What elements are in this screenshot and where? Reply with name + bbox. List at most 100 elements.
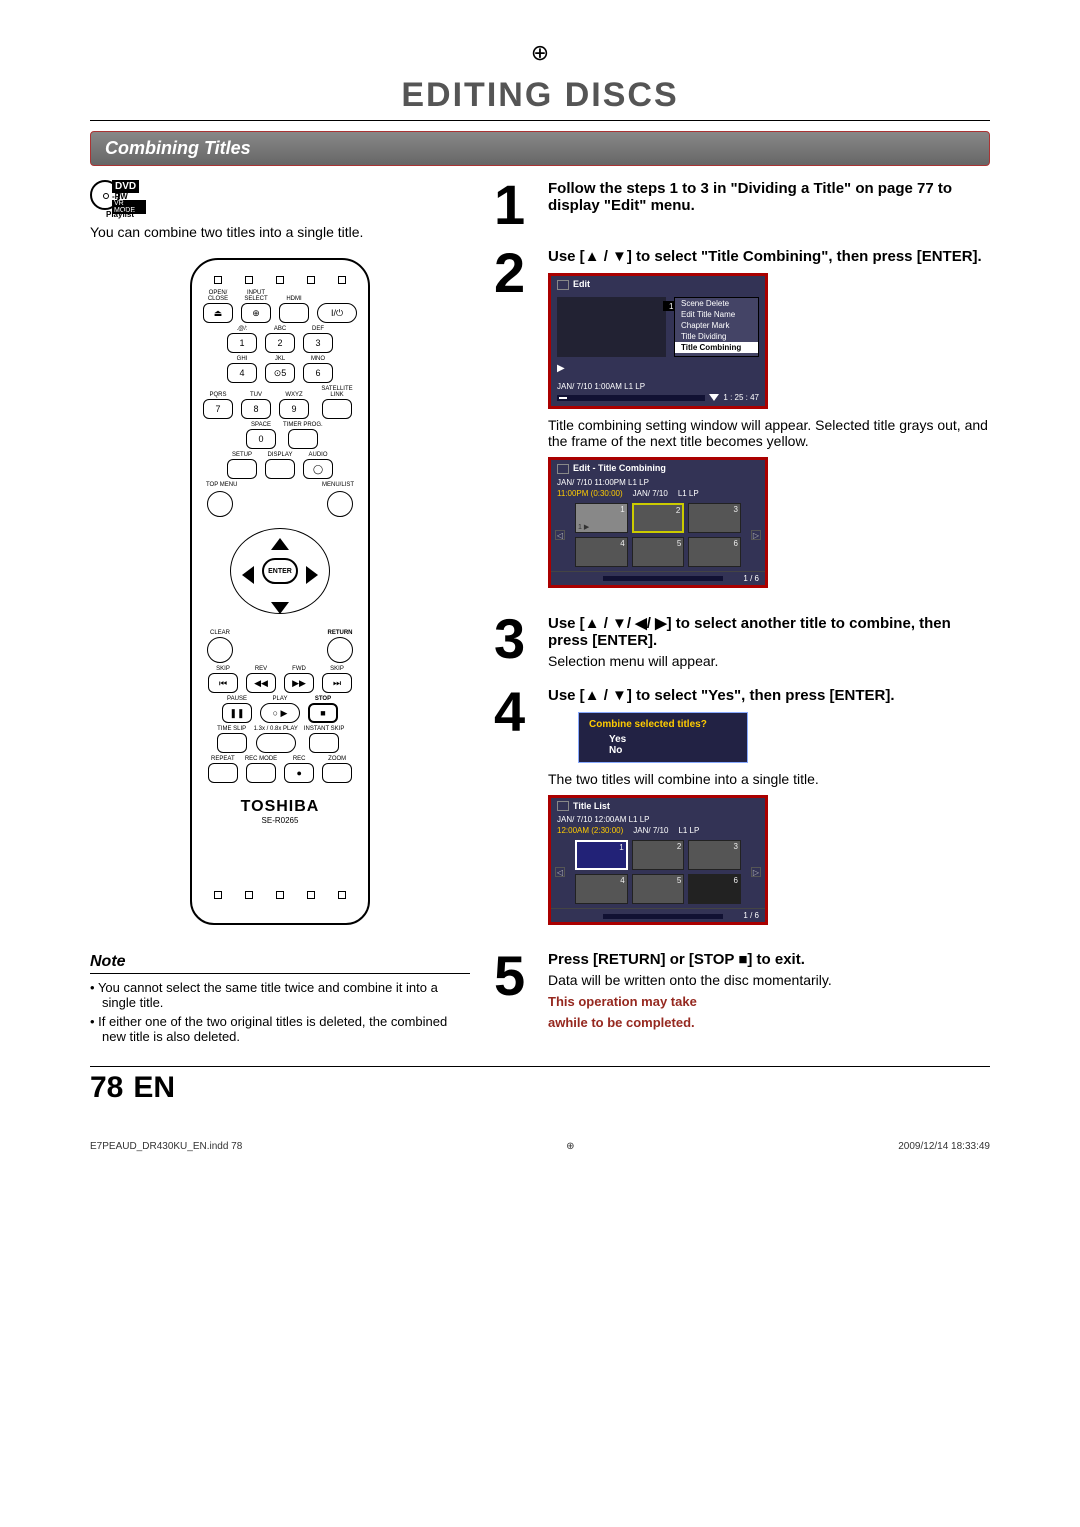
step-number: 2 bbox=[494, 248, 532, 595]
time-slip-button bbox=[217, 733, 247, 753]
step-number: 3 bbox=[494, 614, 532, 669]
note-item: If either one of the two original titles… bbox=[102, 1014, 470, 1044]
zoom-button bbox=[322, 763, 352, 783]
thumbnail: 5 bbox=[632, 537, 685, 567]
key-4: 4 bbox=[227, 363, 257, 383]
step-number: 1 bbox=[494, 180, 532, 230]
menu-list-button bbox=[327, 491, 353, 517]
skip-next-button: ⏭ bbox=[322, 673, 352, 693]
thumbnail: 4 bbox=[575, 874, 628, 904]
thumbnail: 3 bbox=[688, 840, 741, 870]
play-indicator-icon: ▶ bbox=[551, 361, 765, 380]
thumbnail: 11 ▶ bbox=[575, 503, 628, 533]
osd-progress: 1 : 25 : 47 bbox=[551, 393, 765, 406]
section-heading: Combining Titles bbox=[90, 131, 990, 166]
title-combining-osd: Edit - Title Combining JAN/ 7/10 11:00PM… bbox=[548, 457, 768, 588]
open-close-label: OPEN/ CLOSE bbox=[202, 290, 234, 302]
edit-menu-osd: Edit 1 Scene Delete Edit Title Name Chap… bbox=[548, 273, 768, 409]
footer-file-info: E7PEAUD_DR430KU_EN.indd 78 bbox=[90, 1141, 242, 1152]
step-5-description: Data will be written onto the disc momen… bbox=[548, 972, 990, 988]
registration-mark-icon: ⊕ bbox=[90, 40, 990, 66]
speed-play-button bbox=[256, 733, 296, 753]
play-button: ○ ▶ bbox=[260, 703, 300, 723]
direction-pad: ENTER bbox=[220, 524, 340, 624]
dvd-rw-badge: DVD -RW VR MODE Playlist bbox=[90, 180, 146, 216]
remote-bottom-dots bbox=[202, 891, 358, 899]
step-3-text: Use [▲ / ▼/ ◀/ ▶] to select another titl… bbox=[548, 614, 990, 649]
key-7: 7 bbox=[203, 399, 233, 419]
rec-mode-button bbox=[246, 763, 276, 783]
clear-button bbox=[207, 637, 233, 663]
step-2-description: Title combining setting window will appe… bbox=[548, 417, 990, 449]
remote-top-dots bbox=[202, 276, 358, 284]
osd-menu-item: Edit Title Name bbox=[675, 309, 758, 320]
stop-button: ■ bbox=[308, 703, 338, 723]
step-2-text: Use [▲ / ▼] to select "Title Combining",… bbox=[548, 248, 990, 265]
page-title: EDITING DISCS bbox=[90, 76, 990, 121]
input-select-label: INPUT SELECT bbox=[240, 290, 272, 302]
page-language: EN bbox=[133, 1071, 175, 1105]
osd-subtitle: JAN/ 7/10 11:00PM L1 LP bbox=[551, 477, 765, 488]
osd-menu-item-selected: Title Combining bbox=[675, 342, 758, 353]
title-list-osd: Title List JAN/ 7/10 12:00AM L1 LP 12:00… bbox=[548, 795, 768, 926]
timer-prog-label: TIMER PROG. bbox=[283, 422, 323, 428]
key-2: 2 bbox=[265, 333, 295, 353]
satellite-link-button bbox=[322, 399, 352, 419]
eject-button: ⏏ bbox=[203, 303, 233, 323]
osd-preview-area bbox=[557, 297, 666, 357]
osd-title: Edit - Title Combining bbox=[551, 460, 765, 477]
pause-button: ❚❚ bbox=[222, 703, 252, 723]
step-5-text: Press [RETURN] or [STOP ■] to exit. bbox=[548, 951, 990, 968]
thumbnail: 4 bbox=[575, 537, 628, 567]
input-select-button: ⊕ bbox=[241, 303, 271, 323]
page-indicator: 1 / 6 bbox=[743, 911, 759, 920]
osd-info-line: JAN/ 7/10 1:00AM L1 LP bbox=[551, 380, 765, 393]
thumbnail-selected: 1 bbox=[575, 840, 628, 870]
audio-button: ◯ bbox=[303, 459, 333, 479]
dialog-yes: Yes bbox=[589, 734, 737, 745]
step-number: 4 bbox=[494, 687, 532, 934]
setup-button bbox=[227, 459, 257, 479]
top-menu-button bbox=[207, 491, 233, 517]
nav-left-icon: ◁ bbox=[555, 530, 565, 540]
power-button: I/⏻ bbox=[317, 303, 357, 323]
note-heading: Note bbox=[90, 953, 470, 974]
rec-button: ● bbox=[284, 763, 314, 783]
fast-forward-button: ▶▶ bbox=[284, 673, 314, 693]
key-8: 8 bbox=[241, 399, 271, 419]
nav-right-icon: ▷ bbox=[751, 530, 761, 540]
dvd-playlist-label: Playlist bbox=[106, 210, 134, 219]
return-button bbox=[327, 637, 353, 663]
step-4-description: The two titles will combine into a singl… bbox=[548, 771, 990, 787]
nav-left-icon: ◁ bbox=[555, 867, 565, 877]
menu-list-label: MENU/LIST bbox=[322, 482, 354, 488]
remote-control-illustration: OPEN/ CLOSE⏏ INPUT SELECT⊕ HDMI I/⏻ .@/:… bbox=[190, 258, 370, 925]
timer-prog-button bbox=[288, 429, 318, 449]
key-1: 1 bbox=[227, 333, 257, 353]
repeat-button bbox=[208, 763, 238, 783]
intro-text: You can combine two titles into a single… bbox=[90, 224, 470, 240]
confirm-dialog: Combine selected titles? Yes No bbox=[578, 712, 748, 763]
footer-timestamp: 2009/12/14 18:33:49 bbox=[898, 1141, 990, 1152]
hdmi-label: HDMI bbox=[286, 296, 301, 302]
display-button bbox=[265, 459, 295, 479]
key-9: 9 bbox=[279, 399, 309, 419]
skip-prev-button: ⏮ bbox=[208, 673, 238, 693]
osd-menu-list: 1 Scene Delete Edit Title Name Chapter M… bbox=[674, 297, 759, 357]
note-list: You cannot select the same title twice a… bbox=[90, 974, 470, 1044]
step-3-description: Selection menu will appear. bbox=[548, 653, 990, 669]
step-4-text: Use [▲ / ▼] to select "Yes", then press … bbox=[548, 687, 990, 704]
key-5: ⊙5 bbox=[265, 363, 295, 383]
rewind-button: ◀◀ bbox=[246, 673, 276, 693]
enter-button: ENTER bbox=[262, 558, 298, 584]
instant-skip-button bbox=[309, 733, 339, 753]
dialog-question: Combine selected titles? bbox=[589, 719, 737, 730]
thumbnail: 5 bbox=[632, 874, 685, 904]
page-number: 78 bbox=[90, 1071, 123, 1105]
thumbnail: 3 bbox=[688, 503, 741, 533]
thumbnail: 6 bbox=[688, 537, 741, 567]
key-0: 0 bbox=[246, 429, 276, 449]
warning-line-2: awhile to be completed. bbox=[548, 1015, 990, 1030]
warning-line-1: This operation may take bbox=[548, 994, 990, 1009]
step-1-text: Follow the steps 1 to 3 in "Dividing a T… bbox=[548, 180, 990, 214]
